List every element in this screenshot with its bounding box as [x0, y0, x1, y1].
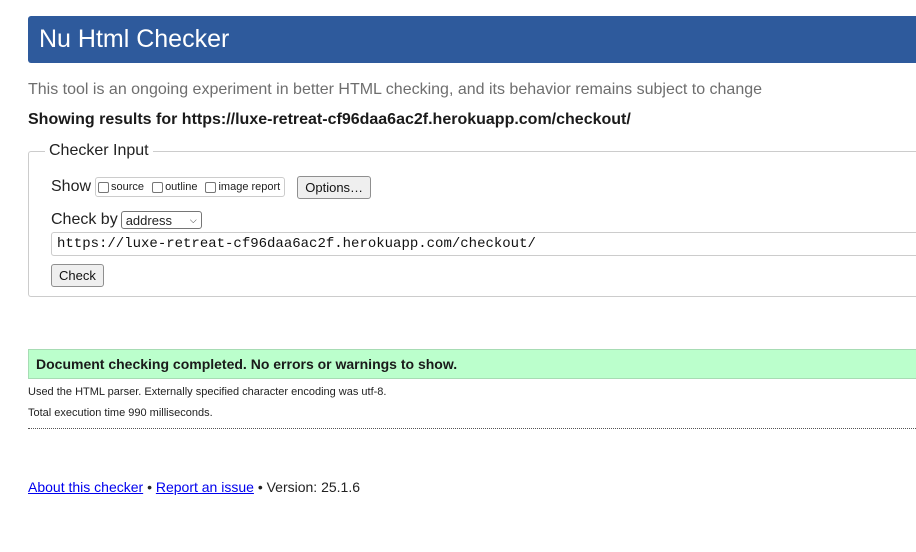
about-link[interactable]: About this checker	[28, 479, 143, 495]
show-label: Show	[51, 178, 92, 195]
checker-input-fieldset: Checker Input Show source outline image …	[28, 142, 916, 297]
outline-label: outline	[165, 181, 198, 193]
execution-time: Total execution time 990 milliseconds.	[28, 407, 213, 419]
page-title: Nu Html Checker	[39, 25, 230, 53]
check-button[interactable]: Check	[51, 264, 104, 287]
footer: About this checker • Report an issue • V…	[28, 479, 360, 495]
image-report-label: image report	[218, 181, 281, 193]
source-checkbox[interactable]	[98, 181, 110, 193]
check-by-select[interactable]: address ⌵	[120, 211, 202, 229]
footer-separator-1: •	[147, 479, 152, 495]
checker-input-legend: Checker Input	[45, 142, 153, 160]
source-label: source	[111, 181, 145, 193]
image-report-checkbox[interactable]	[205, 181, 217, 193]
version-text: Version: 25.1.6	[266, 479, 361, 495]
parser-info: Used the HTML parser. Externally specifi…	[28, 386, 387, 398]
report-issue-link[interactable]: Report an issue	[156, 479, 254, 495]
app-header: Nu Html Checker	[28, 16, 916, 63]
show-options-row: Show source outline image report Options…	[51, 175, 372, 199]
outline-checkbox[interactable]	[152, 181, 164, 193]
tagline: This tool is an ongoing experiment in be…	[28, 81, 763, 98]
check-by-label: Check by	[51, 211, 118, 228]
check-by-row: Check by address ⌵	[51, 210, 202, 230]
url-input[interactable]: https://luxe-retreat-cf96daa6ac2f.heroku…	[51, 232, 916, 256]
footer-separator-2: •	[257, 479, 263, 495]
show-image-report-option[interactable]: image report	[205, 181, 280, 193]
show-outline-option[interactable]: outline	[152, 181, 197, 193]
success-message: Document checking completed. No errors o…	[28, 349, 916, 379]
chevron-down-icon: ⌵	[189, 214, 197, 225]
show-options-group: source outline image report	[95, 177, 286, 197]
divider	[28, 428, 916, 429]
show-source-option[interactable]: source	[98, 181, 144, 193]
showing-results-heading: Showing results for https://luxe-retreat…	[28, 111, 631, 128]
options-button[interactable]: Options…	[297, 175, 372, 199]
check-by-selected-value: address	[125, 212, 172, 228]
